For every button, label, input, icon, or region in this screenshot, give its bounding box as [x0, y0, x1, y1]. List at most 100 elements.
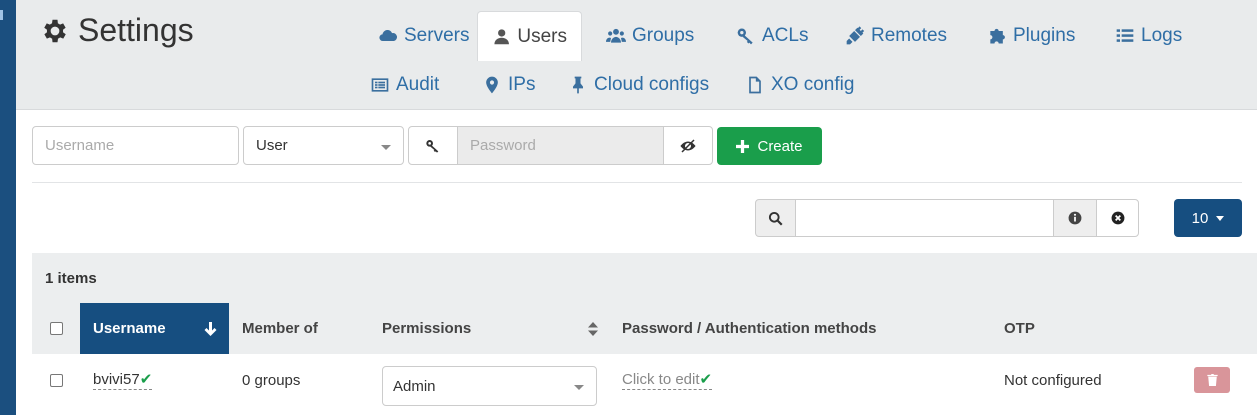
tab-users[interactable]: Users: [477, 11, 582, 61]
password-placeholder: Password: [470, 137, 536, 154]
column-header-password[interactable]: Password / Authentication methods: [622, 303, 876, 354]
role-select[interactable]: User: [243, 126, 404, 165]
tab-label: Logs: [1141, 25, 1183, 46]
username-cell[interactable]: bvivi57✔: [93, 354, 153, 406]
column-header-otp[interactable]: OTP: [1004, 303, 1035, 354]
tab-label: Groups: [632, 25, 695, 46]
tab-plugins[interactable]: Plugins: [973, 12, 1089, 60]
audit-icon: [371, 78, 389, 92]
column-label: Permissions: [382, 320, 472, 337]
column-label: Member of: [242, 320, 318, 337]
toggle-password-visibility-button[interactable]: [663, 126, 713, 165]
username-placeholder: Username: [45, 137, 115, 154]
role-select-value: User: [256, 137, 288, 154]
users-table: 1 items Username Member of Permissions P…: [32, 253, 1257, 415]
tab-acls[interactable]: ACLs: [722, 12, 822, 60]
settings-header: Settings Servers Users Groups ACLs Remot…: [16, 0, 1257, 110]
filter-input[interactable]: [795, 199, 1054, 237]
member-of-value: 0 groups: [242, 371, 301, 389]
check-icon: ✔: [699, 371, 713, 388]
search-icon: [768, 211, 783, 226]
create-button[interactable]: Create: [717, 127, 822, 165]
list-icon: [1116, 29, 1134, 42]
info-icon: [1068, 211, 1082, 225]
tab-label: IPs: [508, 74, 536, 95]
gear-icon: [44, 19, 66, 42]
cloud-icon: [379, 29, 398, 42]
close-circle-icon: [1111, 211, 1124, 225]
tab-ips[interactable]: IPs: [468, 61, 549, 109]
username-editable[interactable]: bvivi57✔: [93, 370, 153, 390]
otp-cell: Not configured: [1004, 354, 1102, 406]
tab-label: Plugins: [1013, 25, 1076, 46]
tab-label: Cloud configs: [594, 74, 710, 95]
column-label: Username: [93, 320, 166, 337]
permissions-value: Admin: [393, 377, 436, 395]
tab-audit[interactable]: Audit: [356, 61, 453, 109]
row-checkbox[interactable]: [50, 354, 63, 406]
page-size-value: 10: [1191, 209, 1209, 227]
page-title-text: Settings: [78, 12, 194, 48]
create-button-label: Create: [757, 137, 803, 155]
file-icon: [749, 76, 761, 94]
checkbox[interactable]: [50, 322, 63, 335]
username-input[interactable]: Username: [32, 126, 239, 165]
caret-down-icon: [1216, 215, 1225, 221]
tab-label: Servers: [404, 25, 470, 46]
password-input[interactable]: Password: [457, 126, 664, 165]
password-value: Click to edit: [622, 371, 700, 388]
tab-groups[interactable]: Groups: [592, 12, 708, 60]
column-label: OTP: [1004, 320, 1035, 337]
puzzle-icon: [990, 28, 1005, 44]
page-size-button[interactable]: 10: [1174, 199, 1242, 237]
generate-password-button[interactable]: [408, 126, 458, 165]
tab-label: ACLs: [762, 25, 809, 46]
column-header-username[interactable]: Username: [80, 303, 229, 354]
table-header: Username Member of Permissions Password …: [32, 303, 1257, 354]
tab-label: Audit: [396, 74, 440, 95]
map-marker-icon: [486, 76, 498, 94]
filter-group: [755, 199, 1139, 237]
column-label: Password / Authentication methods: [622, 320, 877, 337]
eye-slash-icon: [680, 138, 696, 153]
clear-filter-button[interactable]: [1096, 199, 1139, 237]
arrow-down-icon: [204, 321, 217, 336]
items-count: 1 items: [45, 270, 97, 287]
tab-label: Remotes: [871, 25, 948, 46]
tab-logs[interactable]: Logs: [1101, 12, 1196, 60]
column-header-permissions[interactable]: Permissions: [382, 303, 598, 354]
filter-info-button[interactable]: [1053, 199, 1097, 237]
plug-icon: [846, 26, 865, 45]
search-addon: [755, 199, 796, 237]
check-icon: ✔: [139, 371, 153, 388]
tab-servers[interactable]: Servers: [364, 12, 483, 60]
page-title: Settings: [40, 12, 194, 49]
user-icon: [494, 28, 509, 44]
sidebar-indicator: [0, 10, 3, 20]
column-header-member-of[interactable]: Member of: [242, 303, 318, 354]
delete-user-button[interactable]: [1194, 367, 1230, 393]
password-cell[interactable]: Click to edit✔: [622, 354, 713, 406]
password-editable[interactable]: Click to edit✔: [622, 370, 713, 390]
member-of-cell: 0 groups: [242, 354, 300, 406]
key-icon: [426, 139, 439, 153]
permissions-select[interactable]: Admin: [382, 366, 597, 406]
plus-icon: [736, 139, 750, 153]
tab-remotes[interactable]: Remotes: [831, 12, 961, 60]
users-icon: [606, 28, 626, 43]
thumbtack-icon: [573, 76, 583, 94]
checkbox[interactable]: [50, 373, 63, 387]
tab-label: XO config: [771, 74, 855, 95]
chevron-down-icon: [381, 145, 391, 150]
tab-label: Users: [517, 25, 567, 47]
trash-icon: [1206, 374, 1218, 386]
otp-value: Not configured: [1004, 371, 1102, 389]
divider: [32, 182, 1242, 183]
select-all-checkbox[interactable]: [50, 303, 63, 354]
table-row: bvivi57✔ 0 groups Admin Click to edit✔ N…: [32, 354, 1257, 415]
items-count-bar: 1 items: [32, 253, 1257, 303]
key-icon: [737, 28, 753, 45]
tab-xo-config[interactable]: XO config: [731, 61, 868, 109]
tab-cloud-configs[interactable]: Cloud configs: [554, 61, 723, 109]
chevron-down-icon: [574, 385, 584, 390]
